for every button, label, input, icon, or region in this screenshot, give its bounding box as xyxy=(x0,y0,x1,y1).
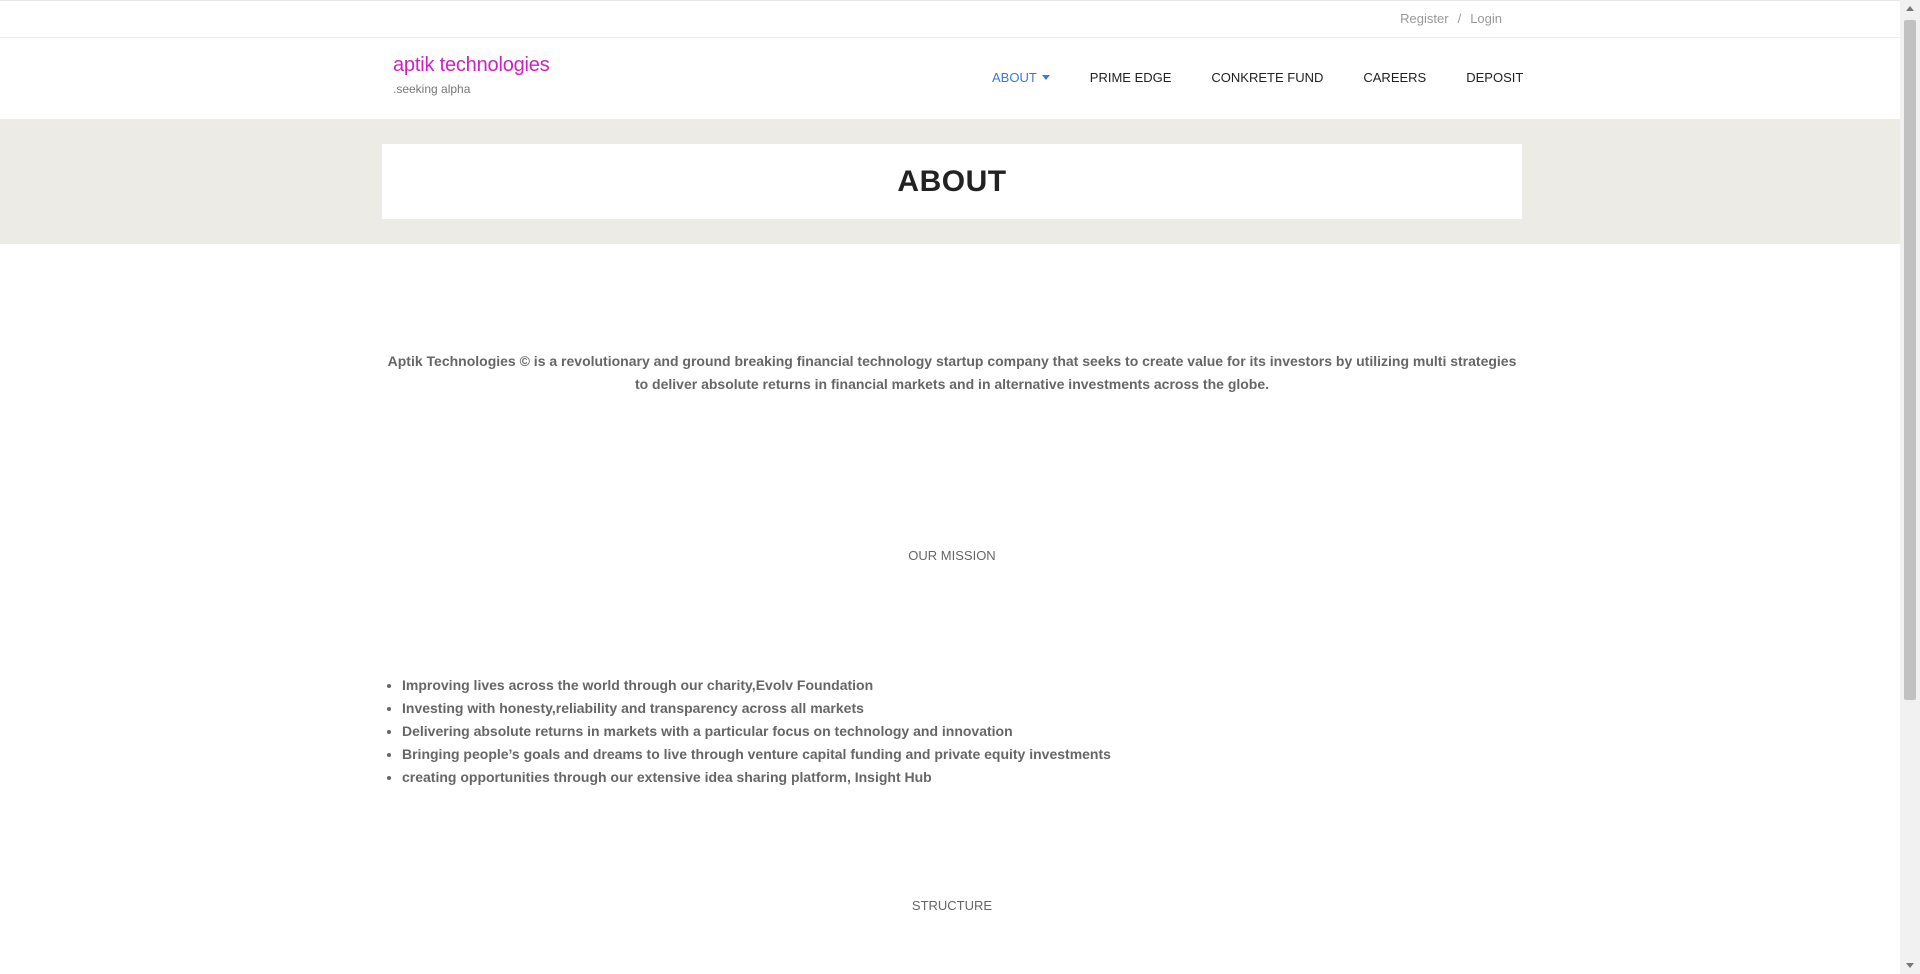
list-item: Improving lives across the world through… xyxy=(402,674,1111,697)
auth-links: Register / Login xyxy=(1400,11,1502,26)
page-title-box: ABOUT xyxy=(382,144,1522,219)
list-item: creating opportunities through our exten… xyxy=(402,766,1111,789)
nav-item-deposit[interactable]: DEPOSIT xyxy=(1466,70,1523,85)
logo-name: aptik technologies xyxy=(393,54,550,76)
site-logo[interactable]: aptik technologies .seeking alpha xyxy=(393,54,550,96)
scroll-down-icon[interactable] xyxy=(1906,963,1914,968)
caret-down-icon xyxy=(1041,75,1050,80)
nav-item-prime-edge[interactable]: PRIME EDGE xyxy=(1090,70,1172,85)
page-title-banner: ABOUT xyxy=(0,119,1900,244)
list-item: Delivering absolute returns in markets w… xyxy=(402,720,1111,743)
vertical-scrollbar[interactable] xyxy=(1900,0,1920,974)
mission-heading: OUR MISSION xyxy=(908,548,996,563)
nav-item-label: ABOUT xyxy=(992,70,1037,85)
nav-item-careers[interactable]: CAREERS xyxy=(1363,70,1426,85)
intro-paragraph: Aptik Technologies © is a revolutionary … xyxy=(387,353,1517,392)
nav-item-label: DEPOSIT xyxy=(1466,70,1524,85)
nav-item-label: PRIME EDGE xyxy=(1089,70,1172,85)
logo-tagline: .seeking alpha xyxy=(393,82,471,96)
nav-item-label: CAREERS xyxy=(1363,70,1427,85)
top-utility-bar: Register / Login xyxy=(0,0,1900,38)
list-item: Bringing people’s goals and dreams to li… xyxy=(402,743,1111,766)
nav-item-conkrete-fund[interactable]: CONKRETE FUND xyxy=(1211,70,1323,85)
page: Register / Login aptik technologies .seeki… xyxy=(0,0,1900,974)
main-nav: ABOUT PRIME EDGE CONKRETE FUND CAREERS D… xyxy=(992,70,1523,85)
list-item: Investing with honesty,reliability and t… xyxy=(402,697,1111,720)
login-link[interactable]: Login xyxy=(1470,11,1502,26)
site-header: aptik technologies .seeking alpha ABOUT … xyxy=(0,38,1900,119)
register-link[interactable]: Register xyxy=(1400,11,1448,26)
mission-list: Improving lives across the world through… xyxy=(382,674,1111,789)
auth-separator: / xyxy=(1457,11,1462,26)
scroll-up-icon[interactable] xyxy=(1906,6,1914,11)
scrollbar-thumb[interactable] xyxy=(1904,20,1916,700)
structure-heading: STRUCTURE xyxy=(911,898,993,913)
nav-item-label: CONKRETE FUND xyxy=(1211,70,1324,85)
nav-item-about[interactable]: ABOUT xyxy=(992,70,1050,85)
page-title: ABOUT xyxy=(897,164,1007,198)
